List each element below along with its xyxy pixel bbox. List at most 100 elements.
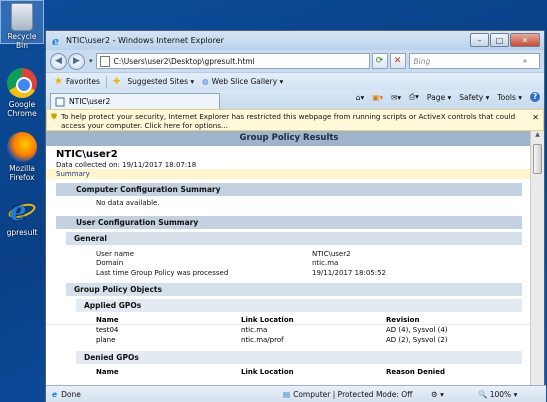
- add-favorite-icon[interactable]: ✚: [113, 77, 121, 87]
- computer-zone-icon: ▤: [283, 390, 291, 399]
- report-user: NTIC\user2: [56, 149, 118, 160]
- refresh-button[interactable]: ⟳: [371, 53, 388, 69]
- infobar-close-icon[interactable]: ✕: [532, 113, 539, 122]
- web-slice-icon: ◍: [202, 77, 209, 86]
- denied-gpos-column-headers: Name Link Location Reason Denied: [46, 367, 532, 377]
- security-infobar[interactable]: ⛊ To help protect your security, Interne…: [46, 109, 544, 131]
- column-header-name: Name: [96, 368, 119, 376]
- safety-menu[interactable]: Safety ▾: [459, 93, 489, 102]
- report-header: Group Policy Results: [46, 131, 532, 146]
- protected-mode-icon[interactable]: ⚙ ▾: [431, 390, 444, 399]
- desktop-icon-recycle-bin[interactable]: Recycle Bin: [0, 0, 44, 50]
- scroll-thumb[interactable]: [533, 144, 542, 174]
- column-header-name: Name: [96, 316, 119, 324]
- page-content: Group Policy Results NTIC\user2 Data col…: [46, 131, 532, 385]
- table-row: plane ntic.ma/prof AD (2), Sysvol (2): [46, 335, 532, 345]
- no-data-text: No data available.: [96, 199, 160, 207]
- separator: [105, 75, 107, 88]
- firefox-icon: [7, 132, 37, 162]
- general-table: User name NTIC\user2 Domain ntic.ma Last…: [46, 250, 532, 279]
- gpo-link: ntic.ma: [241, 326, 268, 334]
- suggested-sites-link[interactable]: Suggested Sites ▾: [127, 77, 194, 86]
- status-text: Done: [61, 390, 81, 399]
- zoom-control[interactable]: 🔍 100% ▾: [478, 390, 517, 399]
- general-row: Domain ntic.ma: [46, 259, 532, 269]
- scroll-up-icon[interactable]: ▲: [531, 131, 544, 143]
- zoom-level: 100%: [489, 390, 512, 399]
- ie-window: e NTIC\user2 - Windows Internet Explorer…: [45, 30, 546, 402]
- table-row: test04 ntic.ma AD (4), Sysvol (4): [46, 325, 532, 335]
- summary-link[interactable]: Summary: [46, 169, 532, 179]
- general-row: User name NTIC\user2: [46, 250, 532, 260]
- forward-button[interactable]: ▶: [68, 52, 85, 70]
- status-ie-icon: e: [52, 390, 58, 399]
- denied-gpos-header[interactable]: Denied GPOs: [76, 351, 522, 364]
- back-button[interactable]: ◀: [50, 52, 67, 70]
- column-header-link-location: Link Location: [241, 368, 294, 376]
- search-placeholder: Bing: [413, 56, 431, 66]
- desktop-icon-gpresult[interactable]: e gpresult: [0, 196, 44, 237]
- gpo-name: test04: [96, 326, 119, 334]
- shield-warning-icon: ⛊: [51, 112, 57, 121]
- vertical-scrollbar[interactable]: ▲: [530, 131, 544, 385]
- general-row: Last time Group Policy was processed 19/…: [46, 269, 532, 279]
- column-header-link-location: Link Location: [241, 316, 294, 324]
- status-bar: e Done ▤ Computer | Protected Mode: Off …: [46, 385, 546, 402]
- desktop-icon-chrome[interactable]: Google Chrome: [0, 68, 44, 118]
- user-config-summary-header[interactable]: User Configuration Summary: [56, 215, 522, 229]
- web-slice-gallery-link[interactable]: Web Slice Gallery ▾: [212, 77, 284, 86]
- computer-config-summary-header[interactable]: Computer Configuration Summary: [56, 183, 522, 196]
- favorites-star-icon[interactable]: ★: [54, 76, 63, 87]
- help-button[interactable]: ?: [530, 92, 540, 102]
- zoom-icon: 🔍: [478, 390, 488, 399]
- svg-text:e: e: [52, 35, 59, 47]
- general-key: Last time Group Policy was processed: [96, 268, 229, 277]
- stop-button[interactable]: ✕: [389, 53, 406, 69]
- favorites-button[interactable]: Favorites: [66, 77, 100, 86]
- desktop-icon-firefox[interactable]: Mozilla Firefox: [0, 132, 44, 182]
- search-icon[interactable]: ⌕: [523, 56, 539, 66]
- security-zone[interactable]: ▤ Computer | Protected Mode: Off: [283, 390, 412, 399]
- tab-page-icon: [55, 97, 65, 106]
- feeds-icon[interactable]: ▣▾: [372, 93, 383, 102]
- desktop-icon-label: Google Chrome: [7, 100, 37, 118]
- tab-current[interactable]: NTIC\user2: [50, 93, 220, 109]
- data-collected: Data collected on: 19/11/2017 18:07:18: [56, 161, 197, 169]
- general-value: 19/11/2017 18:05:52: [312, 268, 387, 277]
- gpo-link: ntic.ma/prof: [241, 336, 284, 344]
- column-header-reason-denied: Reason Denied: [386, 368, 445, 376]
- gpo-revision: AD (2), Sysvol (2): [386, 336, 448, 344]
- recent-pages-dropdown-icon[interactable]: ▾: [89, 57, 93, 65]
- general-header[interactable]: General: [66, 231, 522, 245]
- column-header-revision: Revision: [386, 316, 420, 324]
- minimize-button[interactable]: –: [470, 33, 489, 47]
- desktop-icon-label: Mozilla Firefox: [9, 164, 35, 182]
- home-icon[interactable]: ⌂▾: [356, 93, 365, 102]
- window-title: NTIC\user2 - Windows Internet Explorer: [66, 36, 224, 45]
- general-value: NTIC\user2: [312, 249, 351, 258]
- mail-icon[interactable]: ✉▾: [391, 93, 401, 102]
- applied-gpos-header[interactable]: Applied GPOs: [76, 299, 522, 312]
- ie-shortcut-icon: e: [6, 196, 38, 227]
- address-row: ◀ ▶ ▾ C:\Users\user2\Desktop\gpresult.ht…: [46, 50, 544, 72]
- tab-row: NTIC\user2 ⌂▾ ▣▾ ✉▾ ⎙▾ Page ▾ Safety ▾ T…: [46, 90, 544, 109]
- tools-menu[interactable]: Tools ▾: [497, 93, 522, 102]
- print-icon[interactable]: ⎙▾: [409, 92, 419, 102]
- page-menu[interactable]: Page ▾: [427, 93, 451, 102]
- title-bar[interactable]: e NTIC\user2 - Windows Internet Explorer…: [46, 31, 544, 50]
- close-button[interactable]: ✕: [510, 33, 540, 47]
- tab-label: NTIC\user2: [69, 97, 111, 106]
- search-input[interactable]: Bing ⌕: [408, 53, 540, 69]
- gpo-section-header[interactable]: Group Policy Objects: [66, 283, 522, 296]
- desktop-icon-label: gpresult: [6, 228, 38, 237]
- recycle-bin-icon: [11, 3, 33, 31]
- infobar-text: To help protect your security, Internet …: [61, 112, 516, 130]
- general-key: Domain: [96, 259, 124, 267]
- ie-icon: e: [52, 35, 59, 47]
- maximize-button[interactable]: □: [490, 33, 509, 47]
- desktop-icon-label: Recycle Bin: [7, 32, 37, 50]
- general-key: User name: [96, 249, 135, 258]
- address-input[interactable]: C:\Users\user2\Desktop\gpresult.html: [95, 53, 370, 69]
- address-value: C:\Users\user2\Desktop\gpresult.html: [113, 56, 255, 66]
- page-icon: [99, 55, 110, 67]
